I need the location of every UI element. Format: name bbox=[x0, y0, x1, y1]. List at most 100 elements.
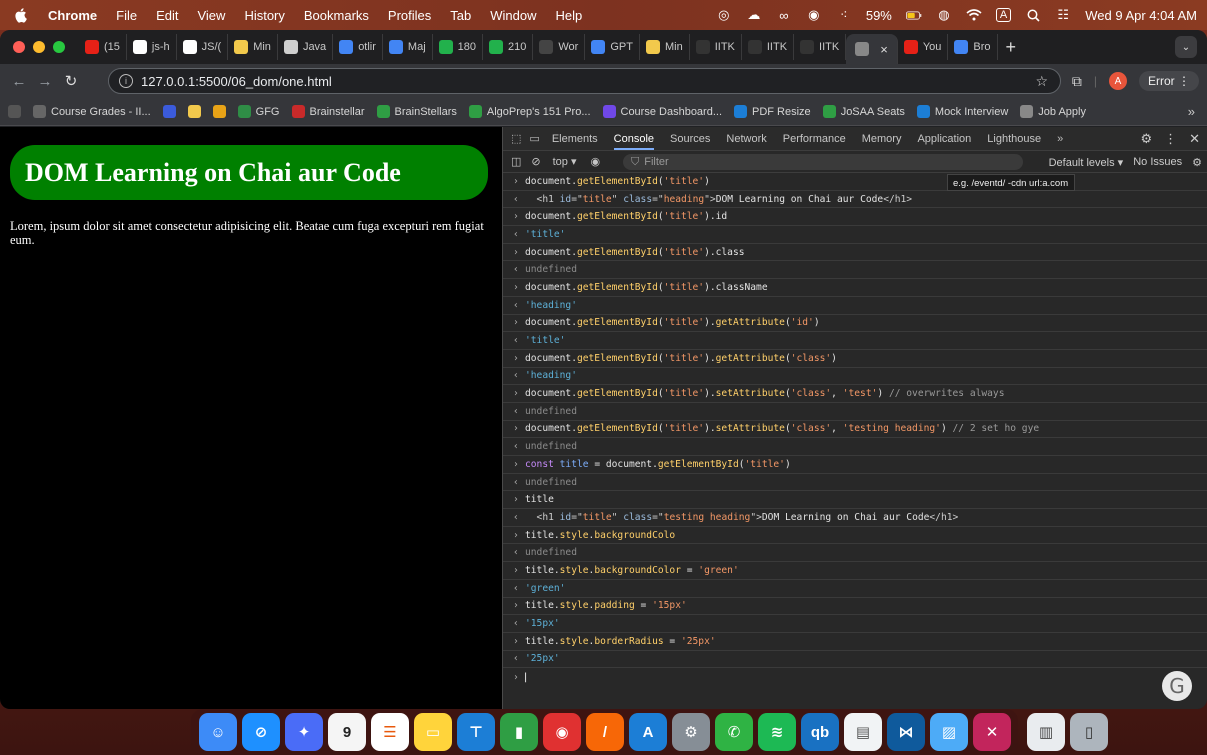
spotlight-search-icon[interactable] bbox=[1025, 7, 1041, 23]
bookmark-star-icon[interactable]: ☆ bbox=[1035, 73, 1048, 90]
browser-tab[interactable]: You bbox=[898, 34, 949, 60]
devtools-tab-elements[interactable]: Elements bbox=[552, 133, 598, 145]
menu-bookmarks[interactable]: Bookmarks bbox=[304, 8, 369, 23]
bookmark-item[interactable]: GFG bbox=[237, 105, 280, 118]
devtools-tab-performance[interactable]: Performance bbox=[783, 133, 846, 145]
bookmark-item[interactable]: PDF Resize bbox=[734, 105, 811, 118]
browser-tab[interactable]: IITK bbox=[742, 34, 795, 60]
browser-tab[interactable]: GPT bbox=[585, 34, 640, 60]
console-prompt[interactable]: › | bbox=[503, 668, 1207, 686]
wifi-icon[interactable] bbox=[966, 7, 982, 23]
settings-icon[interactable]: ⚙ bbox=[672, 713, 710, 751]
devtools-tab-application[interactable]: Application bbox=[917, 133, 971, 145]
bookmark-item[interactable]: AlgoPrep's 151 Pro... bbox=[468, 105, 591, 118]
live-expression-eye-icon[interactable]: ◉ bbox=[591, 155, 601, 168]
tab-search-button[interactable]: ⌄ bbox=[1175, 36, 1197, 58]
input-source-badge[interactable]: A bbox=[995, 8, 1012, 22]
devtools-menu-kebab-icon[interactable]: ⋮ bbox=[1164, 131, 1177, 147]
bookmark-item[interactable] bbox=[162, 105, 176, 118]
menu-view[interactable]: View bbox=[197, 8, 225, 23]
launchpad-icon[interactable]: ✦ bbox=[285, 713, 323, 751]
menu-edit[interactable]: Edit bbox=[156, 8, 178, 23]
reminders-icon[interactable]: ☰ bbox=[371, 713, 409, 751]
vscode-icon[interactable]: ⋈ bbox=[887, 713, 925, 751]
context-selector[interactable]: top ▾ bbox=[553, 155, 577, 168]
browser-tab-active[interactable]: × bbox=[846, 34, 898, 64]
qbittorrent-icon[interactable]: qb bbox=[801, 713, 839, 751]
browser-tab[interactable]: Java bbox=[278, 34, 334, 60]
bookmark-item[interactable]: Course Dashboard... bbox=[602, 105, 722, 118]
devtools-tab-network[interactable]: Network bbox=[726, 133, 766, 145]
browser-tab[interactable]: otlir bbox=[333, 34, 383, 60]
bookmark-item[interactable]: Job Apply bbox=[1020, 105, 1086, 118]
devtools-close-icon[interactable]: ✕ bbox=[1189, 131, 1200, 147]
keynote-icon[interactable]: ⊤ bbox=[457, 713, 495, 751]
browser-tab[interactable]: Wor bbox=[533, 34, 586, 60]
cloud-status-icon[interactable]: ☁ bbox=[746, 7, 762, 23]
menu-history[interactable]: History bbox=[244, 8, 284, 23]
zoom-window-button[interactable] bbox=[53, 41, 65, 53]
address-bar[interactable]: i 127.0.0.1:5500/06_dom/one.html ☆ bbox=[108, 68, 1061, 94]
document-icon[interactable]: ▤ bbox=[844, 713, 882, 751]
whatsapp-icon[interactable]: ✆ bbox=[715, 713, 753, 751]
chrome-icon[interactable]: ◉ bbox=[543, 713, 581, 751]
spotify-icon[interactable]: ≋ bbox=[758, 713, 796, 751]
bookmark-item[interactable]: Brainstellar bbox=[291, 105, 365, 118]
browser-tab[interactable]: Min bbox=[640, 34, 690, 60]
minimize-window-button[interactable] bbox=[33, 41, 45, 53]
screen-time-icon[interactable]: ◉ bbox=[806, 7, 822, 23]
menu-tab[interactable]: Tab bbox=[450, 8, 471, 23]
error-button[interactable]: Error ⋮ bbox=[1138, 71, 1199, 91]
forward-arrow-icon[interactable]: → bbox=[32, 73, 58, 90]
xcode-icon[interactable]: ✕ bbox=[973, 713, 1011, 751]
menu-window[interactable]: Window bbox=[490, 8, 536, 23]
menu-app-name[interactable]: Chrome bbox=[48, 8, 97, 23]
user-account-icon[interactable]: ◍ bbox=[936, 7, 952, 23]
battery-percentage[interactable]: 59% bbox=[866, 8, 892, 23]
app-store-icon[interactable]: A bbox=[629, 713, 667, 751]
bookmark-item[interactable]: Mock Interview bbox=[916, 105, 1008, 118]
preview-icon[interactable]: ▨ bbox=[930, 713, 968, 751]
menu-clock[interactable]: Wed 9 Apr 4:04 AM bbox=[1085, 8, 1197, 23]
inspect-element-icon[interactable]: ⬚ bbox=[511, 132, 521, 145]
browser-tab[interactable]: Min bbox=[228, 34, 278, 60]
browser-tab[interactable]: Maj bbox=[383, 34, 433, 60]
finder-icon[interactable]: ☺ bbox=[199, 713, 237, 751]
calendar-icon[interactable]: 9 bbox=[328, 713, 366, 751]
bookmark-item[interactable] bbox=[187, 105, 201, 118]
devtools-settings-gear-icon[interactable]: ⚙ bbox=[1140, 131, 1152, 147]
close-window-button[interactable] bbox=[13, 41, 25, 53]
clear-console-icon[interactable]: ⊘ bbox=[531, 155, 540, 168]
devtools-tab-memory[interactable]: Memory bbox=[862, 133, 902, 145]
battery-icon[interactable] bbox=[905, 7, 922, 23]
downloads-stack-icon[interactable]: ▥ bbox=[1027, 713, 1065, 751]
numbers-icon[interactable]: ▮ bbox=[500, 713, 538, 751]
console-filter-input[interactable]: ⛉ Filter bbox=[623, 154, 1023, 170]
more-tabs-icon[interactable]: » bbox=[1057, 133, 1063, 145]
bookmark-item[interactable]: JoSAA Seats bbox=[822, 105, 905, 118]
close-tab-icon[interactable]: × bbox=[880, 42, 888, 57]
log-levels-dropdown[interactable]: Default levels ▾ bbox=[1049, 156, 1124, 169]
bookmark-item[interactable]: Course Grades - II... bbox=[33, 105, 151, 118]
browser-tab[interactable]: IITK bbox=[690, 34, 742, 60]
browser-tab[interactable]: Bro bbox=[948, 34, 998, 60]
safari-icon[interactable]: ⊘ bbox=[242, 713, 280, 751]
control-center-icon[interactable]: ☷ bbox=[1055, 7, 1071, 23]
trash-icon[interactable]: ▯ bbox=[1070, 713, 1108, 751]
menu-file[interactable]: File bbox=[116, 8, 137, 23]
console-output-line[interactable]: ‹ <h1 id =" title " class =" heading "> DOM Lea… bbox=[503, 191, 1207, 209]
extensions-puzzle-icon[interactable]: ⧉ bbox=[1072, 73, 1082, 90]
devtools-tab-sources[interactable]: Sources bbox=[670, 133, 710, 145]
browser-tab[interactable]: 180 bbox=[433, 34, 484, 60]
browser-tab[interactable]: IITK bbox=[794, 34, 847, 60]
browser-tab[interactable]: (15 bbox=[79, 34, 127, 60]
notes-icon[interactable]: ▭ bbox=[414, 713, 452, 751]
browser-tab[interactable]: 210 bbox=[483, 34, 534, 60]
chatgpt-status-icon[interactable]: ◎ bbox=[716, 7, 732, 23]
creative-cloud-icon[interactable]: ∞ bbox=[776, 7, 792, 23]
activity-monitor-icon[interactable]: ⁖ bbox=[836, 7, 852, 23]
browser-tab[interactable]: js-h bbox=[127, 34, 177, 60]
console-sidebar-toggle-icon[interactable]: ◫ bbox=[511, 155, 521, 168]
menu-profiles[interactable]: Profiles bbox=[388, 8, 431, 23]
menu-help[interactable]: Help bbox=[556, 8, 583, 23]
